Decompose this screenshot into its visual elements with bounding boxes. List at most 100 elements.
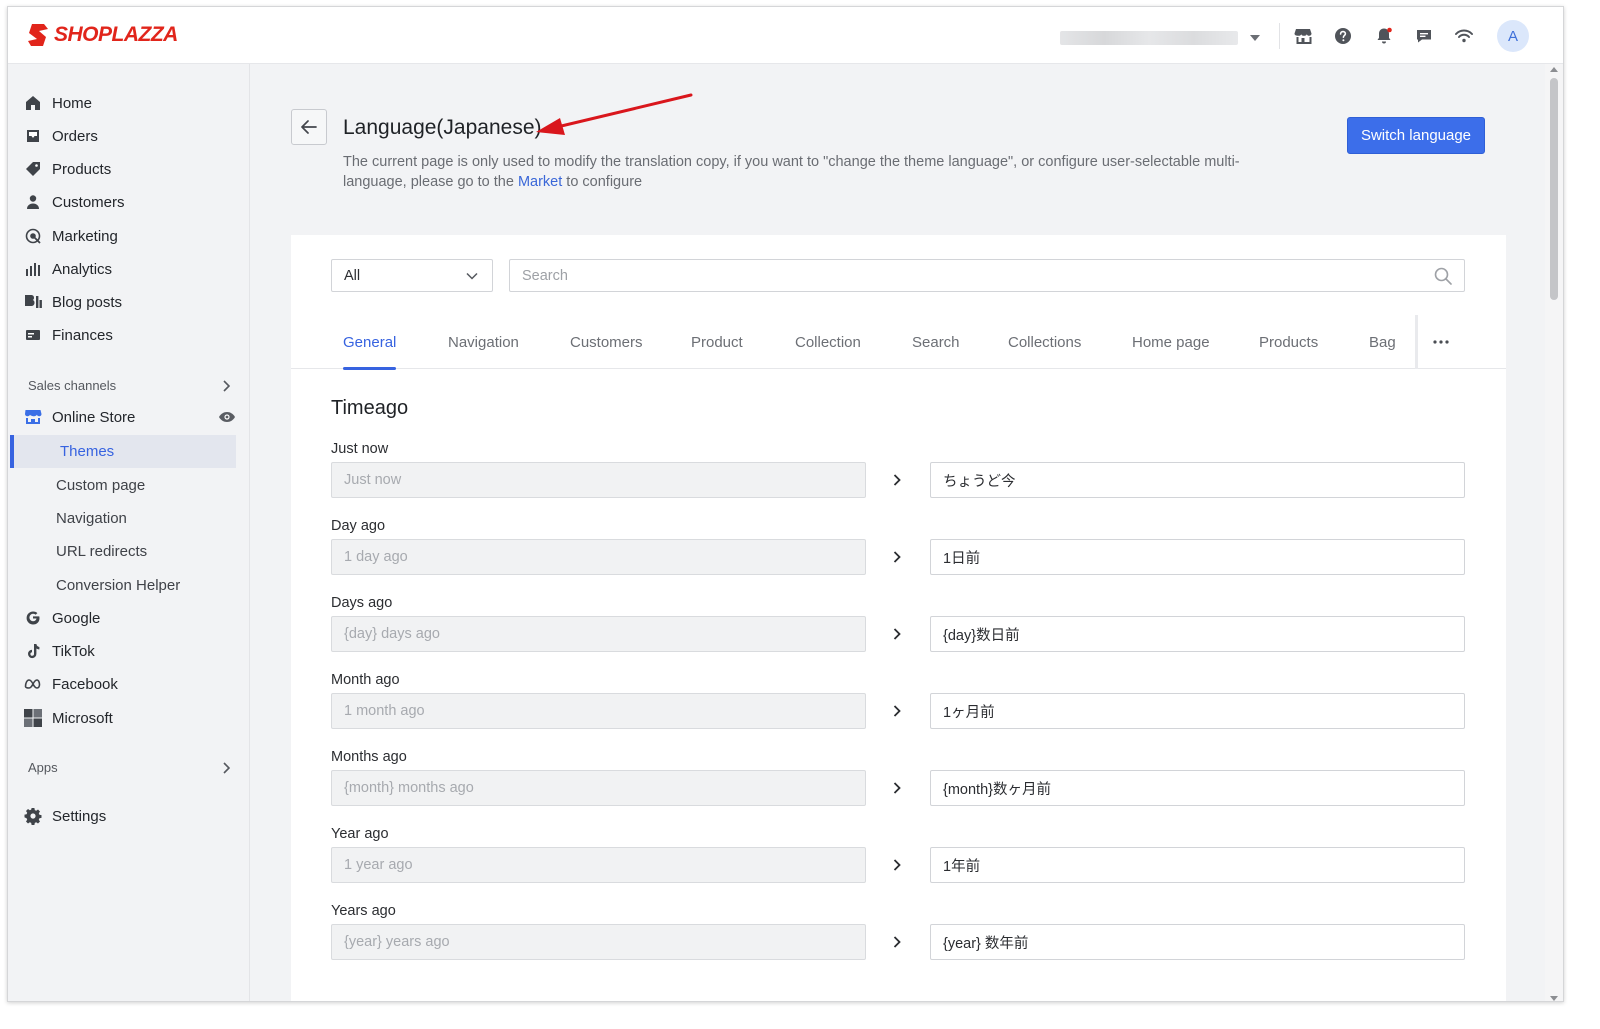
field-label: Months ago — [331, 749, 407, 765]
wifi-icon[interactable] — [1454, 26, 1474, 46]
tab-navigation[interactable]: Navigation — [448, 315, 519, 369]
sidebar-sub-navigation[interactable]: Navigation — [56, 504, 127, 532]
sidebar-item-orders[interactable]: Orders — [24, 122, 238, 150]
chevron-right-icon — [889, 934, 905, 950]
tab-general[interactable]: General — [343, 315, 397, 370]
app-window: SHOPLAZZA A Home Orders Products Custome… — [7, 6, 1564, 1002]
filter-select[interactable]: All — [331, 259, 493, 292]
switch-language-button[interactable]: Switch language — [1347, 117, 1485, 154]
blog-icon — [24, 293, 42, 311]
help-icon[interactable] — [1333, 26, 1353, 46]
translation-input[interactable]: 1ヶ月前 — [930, 693, 1465, 729]
source-text-field: {day} days ago — [331, 616, 866, 652]
sidebar-sub-label: Themes — [60, 443, 115, 460]
tab-bag[interactable]: Bag — [1369, 315, 1396, 369]
chevron-right-icon — [889, 472, 905, 488]
more-tabs-button[interactable] — [1426, 329, 1456, 355]
vertical-scrollbar[interactable] — [1545, 64, 1563, 1001]
tab-products[interactable]: Products — [1259, 315, 1318, 369]
search-icon[interactable] — [1434, 267, 1452, 285]
chevron-right-icon — [223, 761, 230, 774]
chat-icon[interactable] — [1414, 26, 1434, 46]
sidebar-sub-url-redirects[interactable]: URL redirects — [56, 537, 147, 565]
sidebar-item-blog-posts[interactable]: Blog posts — [24, 288, 238, 316]
store-selector[interactable] — [1060, 29, 1270, 47]
tab-product[interactable]: Product — [691, 315, 743, 369]
tab-collection[interactable]: Collection — [795, 315, 861, 369]
sidebar: Home Orders Products Customers Marketing… — [8, 64, 250, 1001]
tab-collections[interactable]: Collections — [1008, 315, 1081, 369]
sidebar-item-tiktok[interactable]: TikTok — [24, 637, 238, 665]
search-box[interactable] — [509, 259, 1465, 292]
sidebar-item-marketing[interactable]: Marketing — [24, 222, 238, 250]
sidebar-sub-label: URL redirects — [56, 542, 148, 560]
target-icon — [24, 227, 42, 245]
search-input[interactable] — [522, 267, 1402, 284]
sidebar-item-settings[interactable]: Settings — [24, 802, 238, 830]
tab-home-page[interactable]: Home page — [1132, 315, 1210, 369]
sidebar-item-facebook[interactable]: Facebook — [24, 670, 238, 698]
bell-icon[interactable] — [1374, 26, 1394, 46]
sidebar-item-customers[interactable]: Customers — [24, 188, 238, 216]
sidebar-item-label: Google — [52, 609, 101, 627]
sidebar-item-label: Facebook — [52, 675, 118, 693]
sidebar-item-home[interactable]: Home — [24, 89, 238, 117]
logo-mark-icon — [28, 24, 48, 46]
tab-search[interactable]: Search — [912, 315, 960, 369]
finance-icon — [24, 326, 42, 344]
main-content: Language(Japanese) The current page is o… — [251, 64, 1545, 1001]
sidebar-sub-conversion-helper[interactable]: Conversion Helper — [56, 571, 180, 599]
page-description: The current page is only used to modify … — [343, 152, 1303, 192]
scroll-up-arrow-icon[interactable] — [1550, 67, 1558, 72]
field-label: Year ago — [331, 826, 389, 842]
sidebar-item-analytics[interactable]: Analytics — [24, 255, 238, 283]
avatar[interactable]: A — [1497, 20, 1529, 52]
translation-input[interactable]: 1日前 — [930, 539, 1465, 575]
shoplazza-logo[interactable]: SHOPLAZZA — [26, 22, 178, 48]
chevron-right-icon — [889, 626, 905, 642]
sidebar-item-label: Products — [52, 160, 112, 178]
top-bar: SHOPLAZZA A — [8, 7, 1563, 64]
microsoft-icon — [24, 709, 42, 727]
chevron-down-icon — [466, 272, 478, 280]
chevron-right-icon — [889, 780, 905, 796]
back-button[interactable] — [291, 109, 327, 145]
sidebar-item-online-store[interactable]: Online Store — [24, 403, 238, 431]
source-text-field: {year} years ago — [331, 924, 866, 960]
translation-input[interactable]: ちょうど今 — [930, 462, 1465, 498]
tab-customers[interactable]: Customers — [570, 315, 643, 369]
apps-header[interactable]: Apps — [28, 760, 230, 775]
scroll-thumb[interactable] — [1550, 78, 1558, 300]
chevron-right-icon — [889, 857, 905, 873]
person-icon — [24, 193, 42, 211]
sales-channels-header[interactable]: Sales channels — [28, 378, 230, 393]
market-link[interactable]: Market — [518, 174, 562, 190]
description-text: The current page is only used to modify … — [343, 154, 1240, 190]
source-text-field: 1 month ago — [331, 693, 866, 729]
sidebar-item-google[interactable]: Google — [24, 604, 238, 632]
translation-input[interactable]: 1年前 — [930, 847, 1465, 883]
sidebar-item-label: Orders — [52, 127, 98, 145]
sidebar-item-products[interactable]: Products — [24, 155, 238, 183]
field-label: Just now — [331, 441, 389, 457]
chevron-right-icon — [889, 549, 905, 565]
store-icon[interactable] — [1293, 26, 1313, 46]
source-text-field: 1 year ago — [331, 847, 866, 883]
translation-input[interactable]: {day}数日前 — [930, 616, 1465, 652]
tab-bar: General Navigation Customers Product Col… — [291, 315, 1506, 370]
scroll-down-arrow-icon[interactable] — [1550, 996, 1558, 1001]
sidebar-item-label: TikTok — [52, 642, 95, 660]
sidebar-sub-themes[interactable]: Themes — [10, 435, 236, 468]
eye-icon[interactable] — [218, 411, 236, 423]
sidebar-item-label: Home — [52, 94, 93, 112]
tabs-divider — [1415, 315, 1418, 369]
sidebar-item-label: Customers — [52, 193, 125, 211]
translation-input[interactable]: {month}数ヶ月前 — [930, 770, 1465, 806]
sidebar-item-finances[interactable]: Finances — [24, 321, 238, 349]
sidebar-sub-custom-page[interactable]: Custom page — [56, 471, 145, 499]
google-icon — [24, 609, 42, 627]
sidebar-item-microsoft[interactable]: Microsoft — [24, 704, 238, 732]
topbar-divider — [1279, 23, 1280, 49]
translation-input[interactable]: {year} 数年前 — [930, 924, 1465, 960]
sales-channels-label: Sales channels — [28, 378, 117, 393]
